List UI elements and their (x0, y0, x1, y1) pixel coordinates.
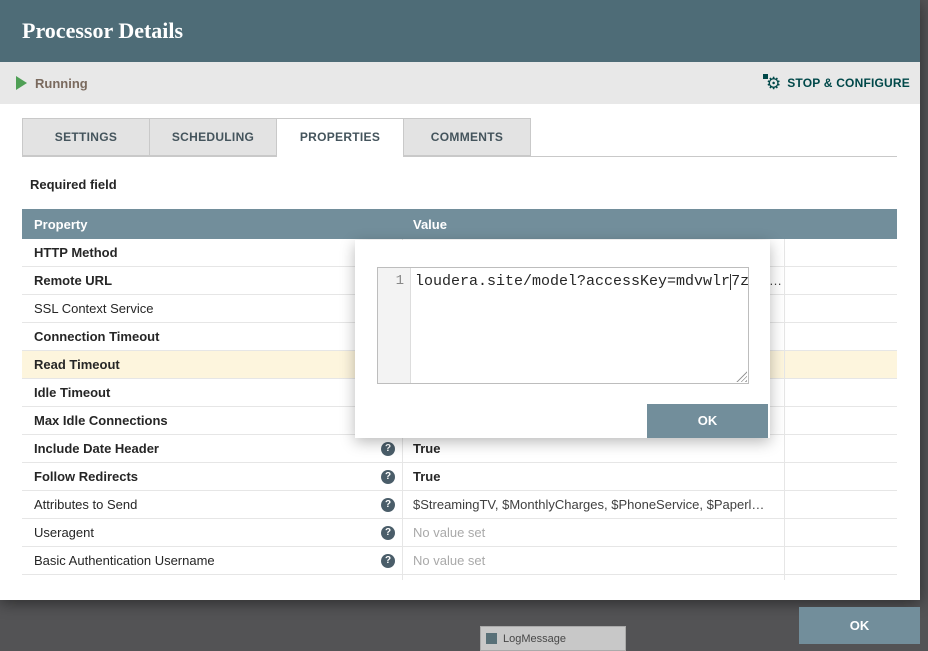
table-row[interactable]: Basic Authentication Username? No value … (22, 547, 897, 575)
property-name: Useragent (34, 519, 94, 546)
stop-configure-button[interactable]: ⚙ STOP & CONFIGURE (766, 62, 910, 104)
tab-settings[interactable]: SETTINGS (22, 118, 150, 156)
table-row[interactable]: Useragent? No value set (22, 519, 897, 547)
screen: LogMessage OK Processor Details Running … (0, 0, 928, 651)
value-text-editor[interactable]: 1 loudera.site/model?accessKey=mdvwlr7z (377, 267, 749, 384)
column-header-value: Value (403, 217, 785, 232)
line-number: 1 (396, 273, 404, 289)
dialog-header: Processor Details (0, 0, 920, 62)
table-header-row: Property Value (22, 209, 897, 239)
property-value: True (413, 469, 440, 484)
help-icon[interactable]: ? (381, 470, 395, 484)
processor-label: LogMessage (503, 633, 566, 645)
stop-configure-icon: ⚙ (766, 75, 781, 92)
property-value: $StreamingTV, $MonthlyCharges, $PhoneSer… (413, 497, 764, 512)
help-icon[interactable]: ? (381, 554, 395, 568)
required-field-label: Required field (30, 177, 117, 192)
property-name: Basic Authentication Username (34, 547, 215, 574)
property-value: No value set (413, 525, 485, 540)
status-label: Running (35, 76, 88, 91)
property-name: Connection Timeout (34, 323, 159, 350)
property-value: No value set (413, 553, 485, 568)
tab-comments[interactable]: COMMENTS (403, 118, 531, 156)
property-name: Idle Timeout (34, 379, 110, 406)
editor-ok-button[interactable]: OK (647, 404, 768, 438)
play-icon (16, 76, 27, 90)
property-name: Follow Redirects (34, 463, 138, 490)
resize-handle[interactable] (736, 371, 747, 382)
dialog-title: Processor Details (22, 0, 183, 62)
processor-icon (486, 633, 497, 644)
property-name: SSL Context Service (34, 295, 153, 322)
canvas-processor-logmessage: LogMessage (480, 626, 626, 651)
help-icon[interactable]: ? (381, 442, 395, 456)
help-icon[interactable]: ? (381, 498, 395, 512)
column-header-property: Property (22, 217, 403, 232)
stop-badge-icon (762, 73, 769, 80)
table-row[interactable]: Include Date Header? True (22, 435, 897, 463)
processor-details-dialog: Processor Details Running ⚙ STOP & CONFI… (0, 0, 920, 600)
table-row[interactable]: Attributes to Send? $StreamingTV, $Month… (22, 491, 897, 519)
property-value: True (413, 441, 440, 456)
property-name: Remote URL (34, 267, 112, 294)
tab-properties[interactable]: PROPERTIES (276, 118, 404, 157)
tab-scheduling[interactable]: SCHEDULING (149, 118, 277, 156)
property-name: HTTP Method (34, 239, 118, 266)
status-bar: Running ⚙ STOP & CONFIGURE (0, 62, 920, 104)
property-name: Max Idle Connections (34, 407, 168, 434)
dialog-ok-button[interactable]: OK (799, 607, 920, 644)
table-row[interactable]: Follow Redirects? True (22, 463, 897, 491)
editor-text-area[interactable]: loudera.site/model?accessKey=mdvwlr7z (411, 268, 748, 383)
tab-bar: SETTINGS SCHEDULING PROPERTIES COMMENTS (22, 118, 530, 157)
table-row[interactable]: ? No value set (22, 575, 897, 580)
editor-text-before-cursor: loudera.site/model?accessKey=mdvwlr (415, 273, 730, 290)
value-editor-popup: 1 loudera.site/model?accessKey=mdvwlr7z … (355, 240, 770, 438)
help-icon[interactable]: ? (381, 526, 395, 540)
line-number-gutter: 1 (378, 268, 411, 383)
property-name: Read Timeout (34, 351, 120, 378)
property-name: Include Date Header (34, 435, 159, 462)
stop-configure-label: STOP & CONFIGURE (787, 76, 910, 90)
processor-status: Running (16, 62, 88, 104)
editor-text-after-cursor: 7z (731, 273, 748, 290)
property-name: Attributes to Send (34, 491, 137, 518)
